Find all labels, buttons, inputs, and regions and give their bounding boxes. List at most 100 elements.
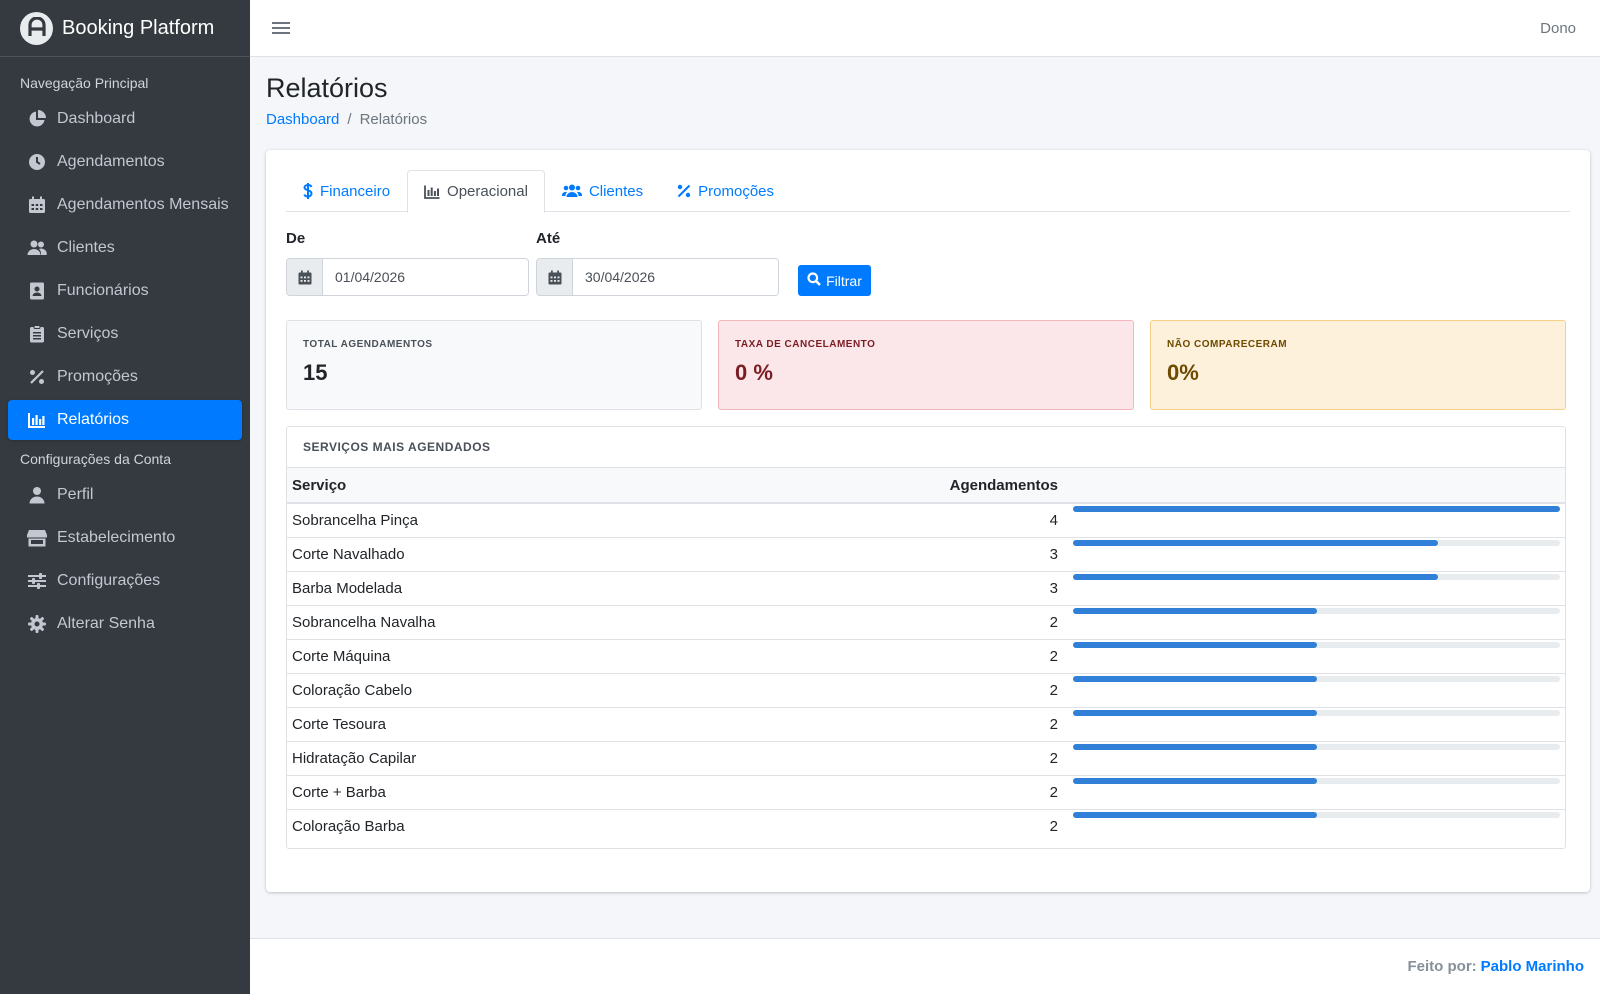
table-row: Sobrancelha Pinça 4 [287, 502, 1565, 537]
percent-icon [677, 184, 691, 198]
progress-track [1073, 608, 1560, 614]
service-bar-cell [1063, 672, 1565, 707]
sidebar-item-label: Configurações [57, 572, 161, 589]
service-bar-cell [1063, 808, 1565, 843]
footer-author-link[interactable]: Pablo Marinho [1481, 958, 1584, 975]
progress-bar [1073, 744, 1317, 750]
sliders-icon [27, 571, 47, 591]
sidebar-item-estabelecimento[interactable]: Estabelecimento [8, 518, 242, 558]
sidebar-item-label: Perfil [57, 486, 94, 503]
progress-bar [1073, 778, 1317, 784]
search-icon [807, 272, 822, 289]
progress-track [1073, 506, 1560, 513]
calendar-icon [27, 195, 47, 215]
sidebar-item-perfil[interactable]: Perfil [8, 475, 242, 515]
reports-card: Financeiro Operacional Clientes Promoçõe… [266, 150, 1590, 892]
to-date-input[interactable] [573, 259, 778, 295]
gear-icon [27, 614, 47, 634]
service-name: Corte Navalhado [287, 536, 726, 571]
table-row: Corte + Barba 2 [287, 774, 1565, 809]
service-name: Hidratação Capilar [287, 740, 726, 775]
service-count: 2 [725, 604, 1063, 639]
progress-track [1073, 676, 1560, 682]
sidebar-item-agendamentos[interactable]: Agendamentos [8, 142, 242, 182]
breadcrumb-home-link[interactable]: Dashboard [266, 111, 339, 128]
sidebar: Booking Platform Navegação Principal Das… [0, 0, 250, 994]
sidebar-item-funcionarios[interactable]: Funcionários [8, 271, 242, 311]
services-title: SERVIÇOS MAIS AGENDADOS [287, 427, 1565, 468]
progress-bar [1073, 812, 1317, 819]
sidebar-item-configuracoes[interactable]: Configurações [8, 561, 242, 601]
sidebar-item-label: Dashboard [57, 110, 136, 127]
stat-label: NÃO COMPARECERAM [1167, 339, 1288, 350]
table-header-row: Serviço Agendamentos [287, 468, 1565, 504]
stat-label: TAXA DE CANCELAMENTO [735, 339, 876, 350]
service-name: Coloração Barba [287, 808, 726, 843]
tab-operacional[interactable]: Operacional [407, 170, 545, 213]
to-date-group [536, 258, 779, 296]
stat-taxa-cancelamento: TAXA DE CANCELAMENTO 0 % [718, 320, 1134, 410]
tab-label: Promoções [698, 182, 775, 200]
sidebar-item-label: Funcionários [57, 282, 149, 299]
service-bar-cell [1063, 536, 1565, 571]
service-name: Corte Máquina [287, 638, 726, 673]
tab-label: Financeiro [320, 182, 391, 200]
progress-bar [1073, 710, 1317, 716]
services-table-body: Sobrancelha Pinça 4 Corte Navalhado 3 Barba … [287, 502, 1565, 843]
sidebar-item-clientes[interactable]: Clientes [8, 228, 242, 268]
tab-promocoes[interactable]: Promoções [660, 170, 791, 212]
filter-button[interactable]: Filtrar [798, 265, 871, 296]
services-table: Serviço Agendamentos Sobrancelha Pinça 4 C… [287, 468, 1565, 843]
from-date-input[interactable] [323, 259, 528, 295]
table-row: Corte Tesoura 2 [287, 706, 1565, 741]
progress-track [1073, 778, 1560, 784]
page-title: Relatórios [266, 73, 388, 103]
sidebar-item-alterar-senha[interactable]: Alterar Senha [8, 604, 242, 644]
service-name: Sobrancelha Navalha [287, 604, 726, 639]
users-icon [27, 238, 47, 258]
tab-clientes[interactable]: Clientes [545, 170, 660, 212]
service-count: 3 [725, 570, 1063, 605]
service-count: 3 [725, 536, 1063, 571]
sidebar-item-label: Relatórios [57, 411, 130, 428]
progress-bar [1073, 574, 1439, 580]
service-count: 2 [725, 808, 1063, 843]
progress-bar [1073, 676, 1317, 682]
sidebar-item-agendamentos-mensais[interactable]: Agendamentos Mensais [8, 185, 242, 225]
filter-button-label: Filtrar [826, 272, 862, 289]
sidebar-item-label: Agendamentos Mensais [57, 196, 229, 213]
sidebar-item-dashboard[interactable]: Dashboard [8, 99, 242, 139]
hamburger-icon[interactable] [272, 20, 290, 36]
service-name: Corte + Barba [287, 774, 726, 809]
to-label: Até [536, 230, 561, 247]
service-count: 2 [725, 672, 1063, 707]
stat-nao-compareceram: NÃO COMPARECERAM 0% [1150, 320, 1566, 410]
breadcrumb: Dashboard / Relatórios [266, 111, 427, 128]
bar-chart-icon [424, 185, 440, 199]
table-row: Barba Modelada 3 [287, 570, 1565, 605]
service-name: Sobrancelha Pinça [287, 502, 726, 537]
brand[interactable]: Booking Platform [0, 0, 250, 57]
brand-logo-icon [20, 11, 53, 45]
progress-track [1073, 574, 1560, 580]
dollar-icon [303, 183, 313, 199]
users-icon [561, 184, 582, 198]
table-row: Coloração Cabelo 2 [287, 672, 1565, 707]
service-bar-cell [1063, 740, 1565, 775]
tab-financeiro[interactable]: Financeiro [286, 170, 407, 212]
user-icon [27, 485, 47, 505]
clock-icon [27, 152, 47, 172]
column-header-count: Agendamentos [725, 468, 1063, 504]
from-label: De [286, 230, 306, 247]
sidebar-item-servicos[interactable]: Serviços [8, 314, 242, 354]
user-menu[interactable]: Dono [1540, 20, 1576, 37]
service-name: Coloração Cabelo [287, 672, 726, 707]
report-tabs: Financeiro Operacional Clientes Promoçõe… [286, 170, 1570, 213]
sidebar-item-label: Clientes [57, 239, 115, 256]
nav-header-main: Navegação Principal [20, 75, 149, 91]
sidebar-item-promocoes[interactable]: Promoções [8, 357, 242, 397]
sidebar-item-relatorios[interactable]: Relatórios [8, 400, 242, 440]
progress-bar [1073, 608, 1317, 614]
percent-icon [27, 367, 47, 387]
service-name: Corte Tesoura [287, 706, 726, 741]
